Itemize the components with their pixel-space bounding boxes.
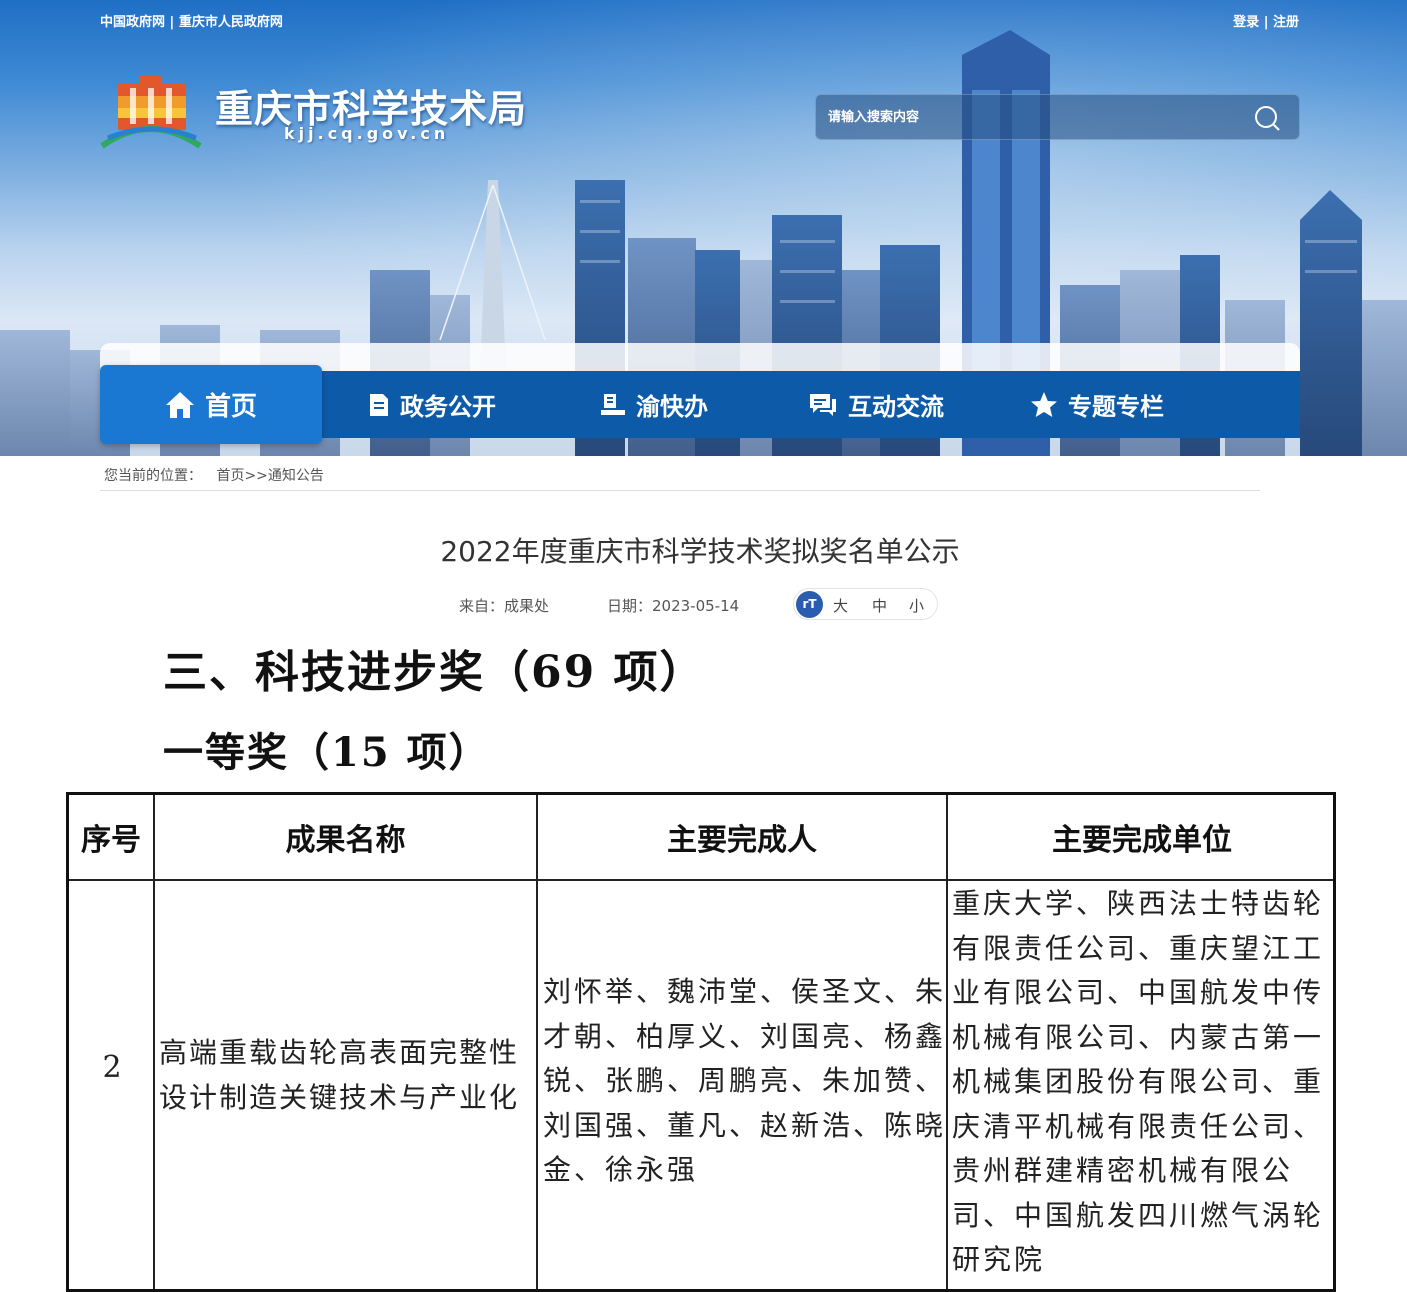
document-heading-award-level: 一等奖（15 项） [163, 729, 491, 776]
table-header-units: 主要完成单位 [1052, 823, 1232, 858]
nav-label: 政务公开 [400, 393, 496, 421]
table-column-divider [153, 795, 155, 1289]
search-input[interactable] [828, 95, 1228, 139]
document-heading-award-category: 三、科技进步奖（69 项） [163, 647, 706, 698]
desk-icon [601, 393, 625, 415]
table-header-index: 序号 [81, 823, 141, 858]
font-size-small[interactable]: 小 [909, 595, 924, 616]
link-separator: | [169, 15, 175, 30]
table-cell-name: 高端重载齿轮高表面完整性设计制造关键技术与产业化 [159, 1036, 520, 1114]
nav-item-home[interactable]: 首页 [100, 365, 322, 444]
breadcrumb-current[interactable]: 通知公告 [268, 468, 324, 484]
breadcrumb: 您当前的位置： 首页>>通知公告 [104, 465, 324, 485]
table-cell-index: 2 [102, 1050, 122, 1085]
font-size-icon: rT [796, 591, 823, 618]
account-links: 登录 | 注册 [1233, 11, 1299, 30]
table-header-divider [69, 879, 1333, 881]
nav-label: 专题专栏 [1068, 393, 1164, 421]
header-banner: 中国政府网 | 重庆市人民政府网 登录 | 注册 重庆市科学技术局 kjj.cq… [0, 0, 1407, 456]
table-header-people: 主要完成人 [667, 823, 817, 858]
table-cell-units: 重庆大学、陕西法士特齿轮有限责任公司、重庆望江工业有限公司、中国航发中传机械有限… [952, 887, 1325, 1276]
search-icon[interactable] [1253, 104, 1281, 132]
register-link[interactable]: 注册 [1273, 15, 1299, 30]
table-column-divider [536, 795, 538, 1289]
gov-link-china[interactable]: 中国政府网 [100, 15, 165, 30]
nav-item-yukuaiban[interactable]: 渝快办 [600, 371, 708, 438]
gov-link-chongqing[interactable]: 重庆市人民政府网 [179, 15, 283, 30]
font-size-switcher: rT 大 中 小 [793, 588, 938, 620]
site-domain: kjj.cq.gov.cn [284, 124, 450, 143]
article-date: 日期：2023-05-14 [607, 597, 740, 615]
breadcrumb-home[interactable]: 首页 [216, 468, 244, 484]
nav-item-gov-affairs[interactable]: 政务公开 [368, 371, 496, 438]
breadcrumb-divider [100, 490, 1260, 491]
article-source: 来自：成果处 [459, 597, 550, 615]
breadcrumb-arrow: >> [244, 468, 268, 484]
chat-icon [810, 393, 836, 416]
font-size-large[interactable]: 大 [833, 595, 848, 616]
table-header-name: 成果名称 [285, 823, 406, 858]
nav-label: 首页 [204, 392, 257, 422]
nav-label: 渝快办 [636, 393, 708, 421]
link-separator: | [1263, 15, 1269, 30]
document-icon [370, 393, 388, 416]
nav-item-interaction[interactable]: 互动交流 [808, 371, 944, 438]
nav-item-special-topics[interactable]: 专题专栏 [1030, 371, 1164, 438]
font-size-medium[interactable]: 中 [872, 595, 887, 616]
star-icon [1031, 391, 1057, 417]
gov-links: 中国政府网 | 重庆市人民政府网 [100, 11, 283, 30]
article-title: 2022年度重庆市科学技术奖拟奖名单公示 [440, 535, 960, 568]
home-icon [165, 391, 194, 418]
table-cell-people: 刘怀举、魏沛堂、侯圣文、朱才朝、柏厚义、刘国亮、杨鑫锐、张鹏、周鹏亮、朱加赞、刘… [543, 975, 947, 1186]
nav-label: 互动交流 [848, 393, 944, 421]
award-table: 序号 成果名称 主要完成人 主要完成单位 2 高端重载齿轮高表面完整性设计制造关… [66, 792, 1336, 1292]
search-box [815, 94, 1300, 140]
breadcrumb-prefix: 您当前的位置： [104, 468, 202, 484]
site-logo-icon[interactable] [100, 72, 205, 152]
login-link[interactable]: 登录 [1233, 15, 1259, 30]
